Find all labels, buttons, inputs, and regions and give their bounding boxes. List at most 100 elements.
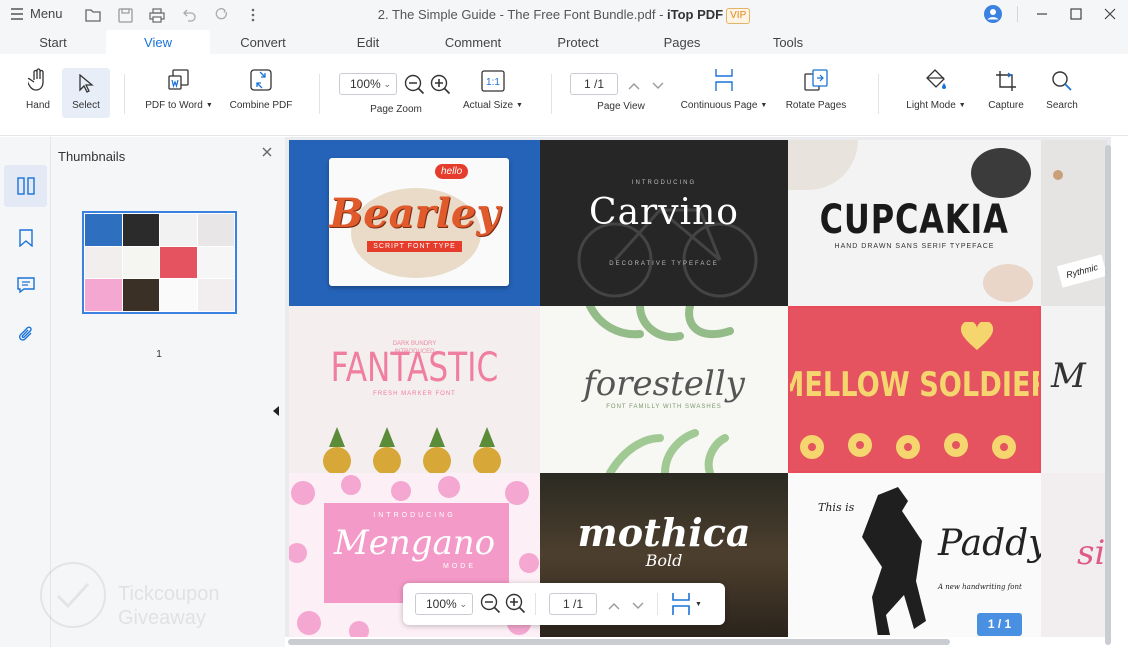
thumbnail-tile: [197, 279, 234, 311]
tab-pages[interactable]: Pages: [652, 30, 712, 54]
search-label: Search: [1046, 100, 1078, 111]
svg-text:1:1: 1:1: [486, 77, 500, 88]
minimize-icon[interactable]: [1032, 4, 1052, 24]
thumbnail-page-number: 1: [156, 349, 162, 360]
font-preview-mellow-soldier: MELLOW SOLDIER: [788, 306, 1041, 473]
pdf-app-window: Menu 2. The Simple Guide - The Free Font…: [0, 0, 1128, 647]
zoom-in-icon[interactable]: [505, 593, 527, 620]
tab-edit[interactable]: Edit: [340, 30, 396, 54]
font-kicker: INTRODUCING: [631, 179, 697, 186]
combine-pdf-icon: [250, 69, 272, 91]
pdf-to-word-button[interactable]: PDF to Word ▼: [140, 54, 218, 134]
continuous-page-icon: [672, 593, 690, 615]
pdf-to-word-label: PDF to Word: [145, 100, 203, 111]
tab-start[interactable]: Start: [18, 30, 88, 54]
thumbnail-tile: [85, 214, 122, 246]
menu-button[interactable]: Menu: [10, 6, 63, 21]
combine-pdf-button[interactable]: Combine PDF: [226, 54, 296, 134]
font-kicker: This is: [818, 501, 855, 514]
maximize-icon[interactable]: [1066, 4, 1086, 24]
light-mode-button[interactable]: Light Mode ▼: [900, 54, 972, 134]
page-thumbnail[interactable]: [82, 211, 237, 314]
divider: [878, 74, 879, 114]
floating-page-layout-button[interactable]: ▼: [671, 592, 702, 616]
tab-comment[interactable]: Comment: [436, 30, 510, 54]
search-button[interactable]: Search: [1040, 54, 1084, 134]
thumbnails-panel-button[interactable]: [4, 165, 47, 207]
document-view[interactable]: hello Bearley SCRIPT FONT TYPE INTRODUCI…: [285, 137, 1111, 637]
ribbon-tabs: Start View Convert Edit Comment Protect …: [0, 30, 1128, 54]
divider: [319, 74, 320, 114]
zoom-in-icon[interactable]: [430, 74, 452, 101]
next-page-icon[interactable]: [651, 78, 665, 96]
floating-view-toolbar: 100% ⌄ 1 /1 ▼: [403, 583, 725, 625]
thumbnail-tile: [122, 214, 159, 246]
save-icon[interactable]: [115, 5, 135, 25]
zoom-out-icon[interactable]: [480, 593, 502, 620]
horizontal-scrollbar[interactable]: [285, 637, 1105, 647]
print-icon[interactable]: [147, 5, 167, 25]
leaves-top-image: [586, 306, 734, 341]
actual-size-button[interactable]: 1:1 Actual Size ▼: [458, 54, 528, 134]
undo-icon[interactable]: [179, 5, 199, 25]
thumbnail-tile: [85, 279, 122, 311]
page-view-label: Page View: [597, 101, 645, 112]
floating-page-input[interactable]: 1 /1: [549, 593, 597, 615]
rotate-pages-button[interactable]: Rotate Pages: [782, 54, 850, 134]
divider: [1017, 6, 1018, 22]
font-name: forestelly: [583, 363, 745, 404]
light-mode-label: Light Mode: [906, 100, 956, 111]
zoom-out-icon[interactable]: [404, 74, 426, 101]
pineapples-image: [323, 427, 501, 473]
floating-zoom-select[interactable]: 100% ⌄: [415, 593, 473, 615]
rotate-pages-icon: [804, 69, 828, 91]
font-name: si: [1077, 533, 1106, 573]
font-preview-forestelly: forestelly FONT FAMILLY WITH SWASHES: [540, 306, 788, 473]
open-folder-icon[interactable]: [83, 5, 103, 25]
user-avatar-icon[interactable]: [983, 4, 1003, 24]
vip-badge[interactable]: VIP: [726, 8, 751, 24]
comments-panel-button[interactable]: [4, 264, 47, 306]
select-tool-button[interactable]: Select: [62, 68, 110, 118]
continuous-page-button[interactable]: Continuous Page ▼: [676, 54, 772, 134]
redo-icon[interactable]: [211, 5, 231, 25]
next-page-icon[interactable]: [631, 598, 645, 616]
more-icon[interactable]: [243, 5, 263, 25]
page-number-input[interactable]: 1 /1: [570, 73, 618, 95]
previous-page-icon[interactable]: [607, 598, 621, 616]
zoom-value: 100%: [350, 77, 381, 91]
brand-name: iTop PDF: [667, 7, 724, 22]
collapse-panel-icon[interactable]: [273, 406, 279, 416]
continuous-page-label: Continuous Page: [680, 100, 758, 111]
dropdown-caret-icon: ▼: [695, 600, 702, 608]
paint-bucket-icon: [926, 69, 946, 89]
thumbnails-panel: Thumbnails 1: [51, 137, 285, 647]
hand-tool-button[interactable]: Hand: [18, 54, 58, 134]
continuous-page-icon: [715, 69, 733, 91]
vertical-scrollbar[interactable]: [1103, 137, 1113, 647]
hamburger-icon: [11, 7, 23, 20]
font-name: CUPCAKIA: [819, 196, 1010, 243]
hand-label: Hand: [26, 100, 50, 111]
bookmarks-panel-button[interactable]: [4, 217, 47, 259]
font-name: M: [1051, 356, 1086, 396]
actual-size-icon: 1:1: [481, 70, 505, 92]
tab-view[interactable]: View: [106, 30, 210, 54]
zoom-select[interactable]: 100% ⌄: [339, 73, 397, 95]
tab-convert[interactable]: Convert: [224, 30, 302, 54]
heart-balloon-image: [960, 322, 994, 350]
scrollbar-thumb[interactable]: [288, 639, 950, 645]
capture-button[interactable]: Capture: [982, 54, 1030, 134]
tab-protect[interactable]: Protect: [544, 30, 612, 54]
dropdown-caret-icon: ▼: [760, 102, 768, 109]
previous-page-icon[interactable]: [627, 78, 641, 96]
divider: [124, 74, 125, 114]
actual-size-label: Actual Size: [463, 100, 514, 111]
chevron-down-icon: ⌄: [459, 599, 467, 609]
tab-tools[interactable]: Tools: [760, 30, 816, 54]
floating-zoom-value: 100%: [426, 597, 457, 611]
close-window-icon[interactable]: [1100, 4, 1120, 24]
scrollbar-thumb[interactable]: [1105, 145, 1111, 645]
attachments-panel-button[interactable]: [4, 313, 47, 355]
close-icon[interactable]: [261, 145, 275, 159]
